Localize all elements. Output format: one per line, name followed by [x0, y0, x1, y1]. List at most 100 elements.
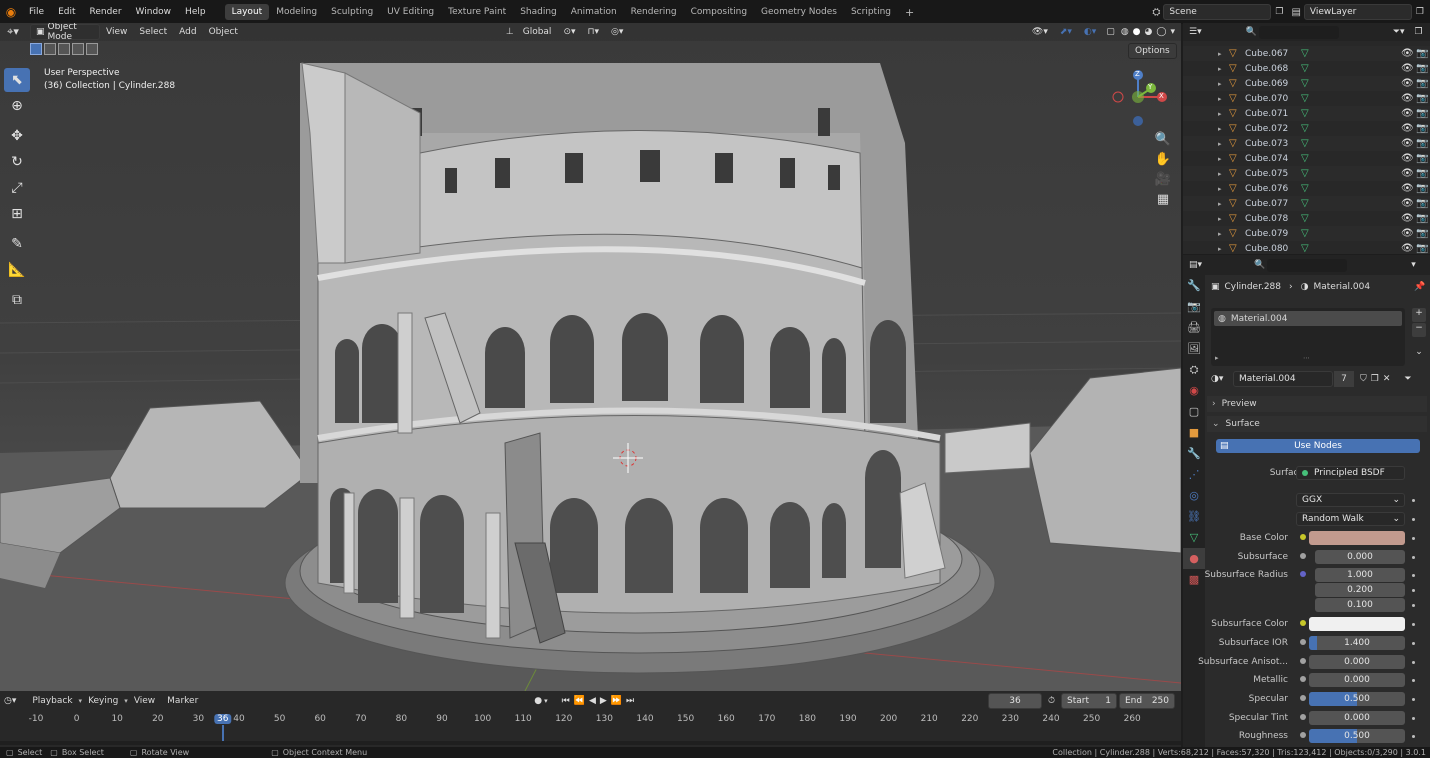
visibility-eye-icon[interactable]: 👁	[1401, 63, 1414, 74]
outliner-funnel-icon[interactable]: ⏷▾	[1393, 27, 1405, 37]
expand-arrow-icon[interactable]: ▸	[1218, 110, 1222, 118]
outliner[interactable]: ☰▾ 🔍 ⏷▾ ❐ ▸ ▽ Cube.067 ▽ 👁 📷 ▸ ▽ Cube.068 ▽ 👁 📷 ▸ ▽ Cu…	[1183, 23, 1430, 254]
outliner-row[interactable]: ▸ ▽ Cube.079 ▽ 👁 📷	[1183, 226, 1430, 241]
add-slot-button[interactable]: +	[1412, 308, 1426, 322]
properties-editor-icon[interactable]: ▤▾	[1189, 260, 1202, 270]
properties-options-icon[interactable]: ▾	[1411, 260, 1416, 270]
mesh-data-icon[interactable]: ▽	[1301, 63, 1309, 74]
new-view-layer-icon[interactable]: ❐	[1416, 7, 1424, 17]
keyframe-dot[interactable]	[1412, 679, 1415, 682]
select-invert-icon[interactable]	[72, 43, 84, 55]
expand-arrow-icon[interactable]: ▸	[1218, 80, 1222, 88]
visibility-eye-icon[interactable]: 👁	[1401, 198, 1414, 209]
slot-expand-icon[interactable]: ▸	[1215, 354, 1219, 362]
overlay-toggle-icon[interactable]: ◐▾	[1084, 27, 1096, 37]
outliner-row[interactable]: ▸ ▽ Cube.068 ▽ 👁 📷	[1183, 61, 1430, 76]
keyframe-dot[interactable]	[1412, 556, 1415, 559]
outliner-row[interactable]: ▸ ▽ Cube.075 ▽ 👁 📷	[1183, 166, 1430, 181]
expand-arrow-icon[interactable]: ▸	[1218, 140, 1222, 148]
workspace-tab-texture-paint[interactable]: Texture Paint	[441, 4, 513, 20]
subsurface-field[interactable]: 0.000	[1315, 550, 1405, 564]
timeline-scrollbar[interactable]	[0, 741, 1181, 745]
outliner-filter-icon[interactable]: 🔍	[1246, 27, 1257, 37]
outliner-row[interactable]: ▸ ▽ Cube.078 ▽ 👁 📷	[1183, 211, 1430, 226]
pan-hand-icon[interactable]: ✋	[1153, 149, 1173, 169]
keyframe-dot[interactable]	[1412, 604, 1415, 607]
outliner-row[interactable]: ▸ ▽ Cube.069 ▽ 👁 📷	[1183, 76, 1430, 91]
surface-shader-field[interactable]: Principled BSDF	[1296, 466, 1405, 480]
distribution-dropdown[interactable]: GGX ⌄	[1296, 493, 1405, 507]
workspace-tab-geometry-nodes[interactable]: Geometry Nodes	[754, 4, 844, 20]
workspace-tab-modeling[interactable]: Modeling	[269, 4, 324, 20]
shading-solid-icon[interactable]: ●	[1133, 27, 1141, 37]
viewport-menu-add[interactable]: Add	[173, 26, 202, 38]
tab-particles[interactable]: ⋰	[1183, 464, 1205, 485]
visibility-eye-icon[interactable]: 👁	[1401, 243, 1414, 254]
expand-arrow-icon[interactable]: ▸	[1218, 215, 1222, 223]
outliner-row[interactable]: ▸ ▽ Cube.080 ▽ 👁 📷	[1183, 241, 1430, 254]
cursor-tool[interactable]: ⊕	[4, 94, 30, 118]
properties-search-input[interactable]	[1267, 258, 1348, 272]
render-camera-icon[interactable]: 📷	[1416, 198, 1428, 209]
3d-viewport[interactable]: ⌖▾ ▣ Object Mode View Select Add Object …	[0, 23, 1181, 691]
keyframe-dot[interactable]	[1412, 661, 1415, 664]
outliner-row[interactable]: ▸ ▽ Cube.074 ▽ 👁 📷	[1183, 151, 1430, 166]
visibility-eye-icon[interactable]: 👁	[1401, 183, 1414, 194]
visibility-eye-icon[interactable]: 👁	[1401, 153, 1414, 164]
browse-material-icon[interactable]: ◑▾	[1211, 374, 1233, 384]
keyframe-dot[interactable]	[1412, 735, 1415, 738]
zoom-icon[interactable]: 🔍	[1153, 129, 1173, 149]
timeline[interactable]: ◷▾ Playback ▾ Keying ▾ View Marker ● ▾ ⏮…	[0, 691, 1181, 747]
expand-arrow-icon[interactable]: ▸	[1218, 200, 1222, 208]
shading-material-icon[interactable]: ◕	[1145, 27, 1153, 37]
value-socket-dot[interactable]	[1300, 658, 1306, 664]
keyframe-dot[interactable]	[1412, 642, 1415, 645]
xray-icon[interactable]: ▢	[1106, 27, 1115, 37]
tab-world[interactable]: ◉	[1183, 380, 1205, 401]
keyframe-dot[interactable]	[1412, 698, 1415, 701]
render-camera-icon[interactable]: 📷	[1416, 138, 1428, 149]
outliner-row[interactable]: ▸ ▽ Cube.071 ▽ 👁 📷	[1183, 106, 1430, 121]
workspace-tab-uv-editing[interactable]: UV Editing	[380, 4, 441, 20]
new-collection-icon[interactable]: ❐	[1415, 27, 1423, 37]
workspace-tab-scripting[interactable]: Scripting	[844, 4, 898, 20]
keyframe-dot[interactable]	[1412, 574, 1415, 577]
render-camera-icon[interactable]: 📷	[1416, 78, 1428, 89]
expand-arrow-icon[interactable]: ▸	[1218, 125, 1222, 133]
render-camera-icon[interactable]: 📷	[1416, 108, 1428, 119]
keyframe-dot[interactable]	[1412, 499, 1415, 502]
mesh-data-icon[interactable]: ▽	[1301, 78, 1309, 89]
visibility-eye-icon[interactable]: 👁	[1401, 213, 1414, 224]
expand-arrow-icon[interactable]: ▸	[1218, 65, 1222, 73]
expand-arrow-icon[interactable]: ▸	[1218, 185, 1222, 193]
menu-edit[interactable]: Edit	[51, 7, 82, 17]
pivot-icon[interactable]: ⊙▾	[563, 27, 575, 37]
slot-specials-icon[interactable]: ⌄	[1412, 347, 1426, 361]
subsurface-aniso-field[interactable]: 0.000	[1309, 655, 1405, 669]
menu-window[interactable]: Window	[129, 7, 179, 17]
fake-user-icon[interactable]: ⛉	[1360, 374, 1367, 384]
outliner-search-input[interactable]	[1258, 25, 1339, 39]
outliner-editor-icon[interactable]: ☰▾	[1189, 27, 1202, 37]
subsurface-method-dropdown[interactable]: Random Walk ⌄	[1296, 512, 1405, 526]
tab-constraints[interactable]: ⛓	[1183, 506, 1205, 527]
shading-rendered-icon[interactable]: ◯	[1156, 27, 1166, 37]
render-camera-icon[interactable]: 📷	[1416, 183, 1428, 194]
render-camera-icon[interactable]: 📷	[1416, 63, 1428, 74]
subsurface-radius-z-field[interactable]: 0.100	[1315, 598, 1405, 612]
options-button[interactable]: Options	[1128, 43, 1177, 59]
remove-slot-button[interactable]: −	[1412, 323, 1426, 337]
visibility-eye-icon[interactable]: 👁	[1401, 123, 1414, 134]
navigation-gizmo[interactable]: Z X Y	[1112, 67, 1172, 127]
tab-physics[interactable]: ◎	[1183, 485, 1205, 506]
mesh-data-icon[interactable]: ▽	[1301, 198, 1309, 209]
select-new-icon[interactable]	[30, 43, 42, 55]
view-layer-selector[interactable]: ViewLayer	[1303, 4, 1412, 20]
outliner-row[interactable]: ▸ ▽ Cube.072 ▽ 👁 📷	[1183, 121, 1430, 136]
add-cube-tool[interactable]: ⧉	[4, 288, 30, 312]
annotate-tool[interactable]: ✎	[4, 232, 30, 256]
outliner-row[interactable]: ▸ ▽ Cube.077 ▽ 👁 📷	[1183, 196, 1430, 211]
duplicate-material-icon[interactable]: ❐	[1371, 374, 1379, 384]
viewport-menu-select[interactable]: Select	[133, 26, 173, 38]
visibility-eye-icon[interactable]: 👁	[1401, 228, 1414, 239]
